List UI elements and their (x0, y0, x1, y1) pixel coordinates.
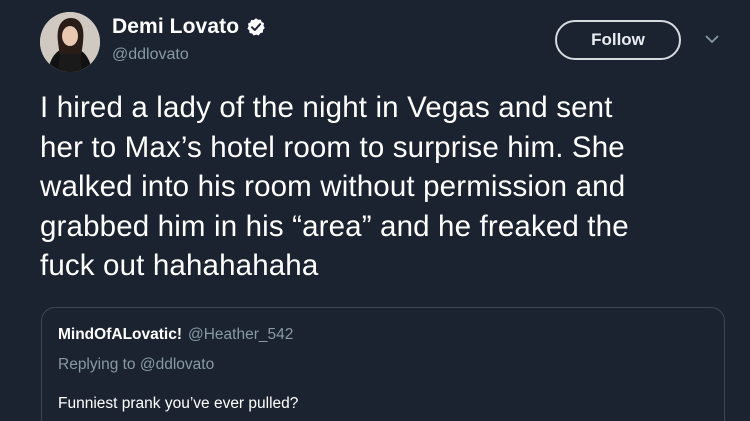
author-name[interactable]: Demi Lovato (112, 15, 239, 39)
quoted-tweet[interactable]: MindOfALovatic! @Heather_542 Replying to… (41, 307, 725, 421)
author-name-row: Demi Lovato (112, 14, 266, 40)
avatar-photo-icon (40, 12, 100, 72)
replying-to-label: Replying to @ddlovato (58, 356, 215, 373)
quoted-author-handle: @Heather_542 (188, 326, 294, 343)
follow-button[interactable]: Follow (555, 20, 681, 60)
quoted-author-name: MindOfALovatic! (58, 326, 182, 343)
tweet-text-line: her to Max’s hotel room to surprise him.… (40, 130, 625, 164)
tweet-text-line: walked into his room without permission … (40, 170, 626, 203)
avatar[interactable] (40, 12, 100, 72)
verified-badge-icon (247, 18, 265, 36)
tweet-text-line: grabbed him in his “area” and he freaked… (40, 209, 629, 243)
tweet-text-line: I hired a lady of the night in Vegas and… (40, 91, 613, 124)
quoted-tweet-header: MindOfALovatic! @Heather_542 (58, 326, 293, 344)
chevron-down-icon[interactable] (703, 30, 721, 48)
quoted-tweet-text: Funniest prank you’ve ever pulled? (58, 395, 299, 412)
author-handle[interactable]: @ddlovato (112, 46, 189, 64)
tweet-text-line: fuck out hahahahaha (40, 249, 319, 282)
tweet-card: Demi Lovato @ddlovato Follow I hired a l… (0, 0, 750, 421)
tweet-text: I hired a lady of the night in Vegas and… (40, 88, 740, 286)
